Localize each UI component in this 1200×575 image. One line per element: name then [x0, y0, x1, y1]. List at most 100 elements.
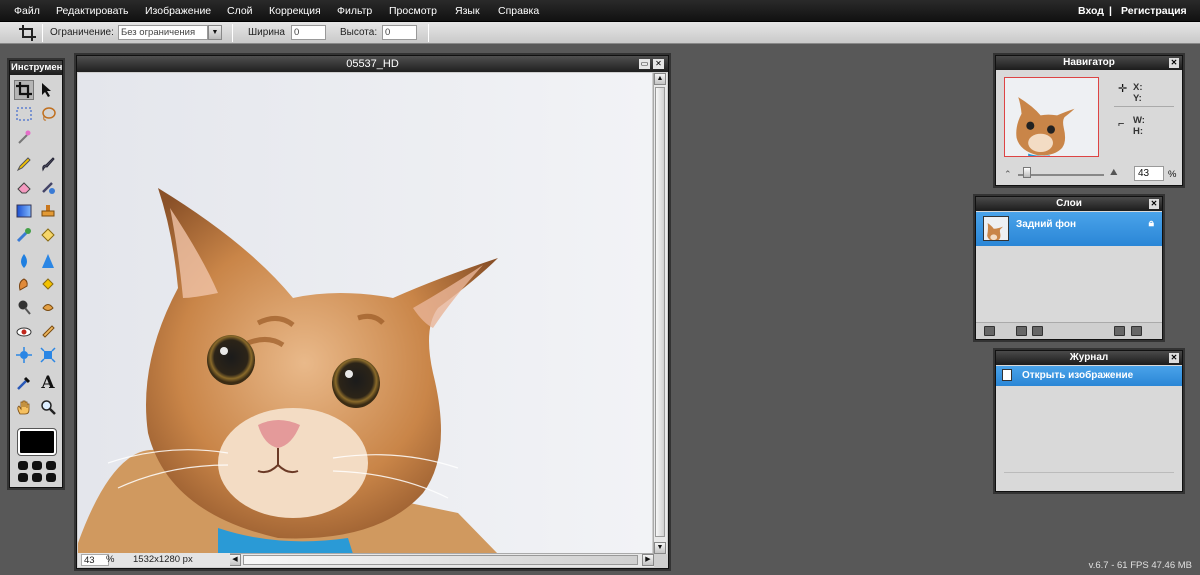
menu-layer[interactable]: Слой [227, 5, 253, 17]
register-link[interactable]: Регистрация [1121, 5, 1187, 17]
zoom-out-icon[interactable]: ⌃ [1004, 169, 1012, 180]
color-picker-icon[interactable] [14, 373, 34, 393]
smudge-icon[interactable] [14, 274, 34, 294]
zoom-field[interactable]: 43 [81, 554, 109, 566]
h-label: H: [1133, 126, 1144, 137]
eraser-icon[interactable] [14, 177, 34, 197]
zoom-slider-thumb[interactable] [1023, 167, 1031, 178]
menu-language[interactable]: Язык [455, 5, 480, 17]
zoom-percent: % [1168, 169, 1177, 180]
image-status-bar: 43 % 1532x1280 px [78, 553, 230, 567]
close-icon[interactable]: ✕ [1169, 353, 1179, 363]
layers-footer [976, 322, 1162, 339]
crop-tool-icon[interactable] [14, 80, 34, 100]
vertical-scrollbar[interactable]: ▲ ▼ [653, 73, 667, 554]
lasso-icon[interactable] [38, 104, 58, 124]
menu-bar: Файл Редактировать Изображение Слой Корр… [0, 0, 1200, 22]
menu-image[interactable]: Изображение [145, 5, 211, 17]
zoom-icon[interactable] [38, 397, 58, 417]
zoom-in-icon[interactable]: ⛰ [1110, 167, 1118, 178]
menu-filter[interactable]: Фильтр [337, 5, 372, 17]
maximize-icon[interactable]: ▭ [639, 59, 650, 69]
blur-icon[interactable] [14, 251, 34, 271]
menu-view[interactable]: Просмотр [389, 5, 437, 17]
scroll-down-icon[interactable]: ▼ [654, 542, 666, 554]
new-layer-icon[interactable] [1114, 326, 1125, 336]
image-canvas[interactable] [78, 73, 652, 554]
history-item[interactable]: Открыть изображение [996, 366, 1182, 386]
menu-file[interactable]: Файл [14, 5, 40, 17]
pinch-icon[interactable] [38, 345, 58, 365]
cat-photo [78, 73, 652, 554]
image-title: 05537_HD [346, 58, 399, 70]
bloat-icon[interactable] [14, 345, 34, 365]
scroll-right-icon[interactable]: ▶ [642, 554, 654, 566]
menu-adjustments[interactable]: Коррекция [269, 5, 321, 17]
layer-styles-icon[interactable] [1032, 326, 1043, 336]
layer-thumbnail [983, 216, 1009, 241]
dodge-icon[interactable] [14, 297, 34, 317]
divider [232, 24, 233, 42]
layer-properties-icon[interactable] [984, 326, 995, 336]
menu-help[interactable]: Справка [498, 5, 539, 17]
divider [1004, 472, 1174, 473]
stamp-icon[interactable] [38, 201, 58, 221]
layer-row[interactable]: Задний фон 🔒︎ [976, 212, 1162, 246]
replace-color-icon[interactable] [38, 177, 58, 197]
chevron-down-icon[interactable]: ▼ [208, 25, 222, 40]
navigator-title[interactable]: Навигатор ✕ [996, 56, 1182, 70]
history-title[interactable]: Журнал ✕ [996, 351, 1182, 365]
grid-dot [18, 473, 28, 482]
y-label: Y: [1133, 93, 1142, 104]
width-input[interactable]: 0 [291, 25, 326, 40]
vertical-scroll-thumb[interactable] [655, 87, 665, 537]
burn-icon[interactable] [38, 297, 58, 317]
x-label: X: [1133, 82, 1143, 93]
brush-icon[interactable] [38, 154, 58, 174]
trash-icon[interactable] [1131, 326, 1142, 336]
navigator-thumbnail[interactable] [1004, 77, 1099, 157]
close-icon[interactable]: ✕ [1169, 58, 1179, 68]
text-icon[interactable]: A [38, 373, 58, 393]
login-link[interactable]: Вход [1078, 5, 1104, 17]
red-eye-icon[interactable] [14, 321, 34, 341]
sharpen-icon[interactable] [38, 251, 58, 271]
layer-mask-icon[interactable] [1016, 326, 1027, 336]
size-icon: ⌐ [1118, 118, 1125, 130]
horizontal-scrollbar[interactable]: ◀ ▶ [229, 553, 654, 567]
fill-icon[interactable] [38, 225, 58, 245]
sponge-icon[interactable] [38, 274, 58, 294]
close-icon[interactable]: ✕ [653, 59, 664, 69]
pencil-icon[interactable] [14, 154, 34, 174]
grid-dot [46, 473, 56, 482]
document-icon [1002, 369, 1012, 381]
layers-title-text: Слои [1056, 198, 1082, 209]
divider [428, 24, 429, 42]
hand-icon[interactable] [14, 397, 34, 417]
magic-wand-icon[interactable] [14, 127, 34, 147]
height-input[interactable]: 0 [382, 25, 417, 40]
image-window: 05537_HD ▭ ✕ ▲ ▼ ◀ ▶ 43 % 1532x1280 px [76, 55, 669, 569]
zoom-value: 43 [84, 555, 95, 566]
horizontal-scroll-thumb[interactable] [243, 555, 638, 565]
spot-heal-icon[interactable] [38, 321, 58, 341]
color-replace-icon[interactable] [14, 225, 34, 245]
zoom-input[interactable]: 43 [1134, 166, 1164, 181]
version-status: v.6.7 - 61 FPS 47.46 MB [1088, 560, 1192, 571]
layers-title[interactable]: Слои ✕ [976, 197, 1162, 211]
scroll-left-icon[interactable]: ◀ [229, 554, 241, 566]
constraint-select[interactable]: Без ограничения [118, 25, 208, 40]
zoom-unit: % [106, 554, 115, 565]
toolbox-title: Инструменты [10, 61, 62, 75]
foreground-color-swatch[interactable] [17, 428, 57, 456]
lock-icon: 🔒︎ [1148, 218, 1154, 229]
scroll-up-icon[interactable]: ▲ [654, 73, 666, 85]
move-icon[interactable] [38, 80, 58, 100]
marquee-icon[interactable] [14, 104, 34, 124]
crop-icon[interactable] [18, 24, 38, 42]
image-window-titlebar[interactable]: 05537_HD ▭ ✕ [77, 56, 668, 72]
menu-edit[interactable]: Редактировать [56, 5, 129, 17]
layer-name: Задний фон [1016, 219, 1077, 230]
close-icon[interactable]: ✕ [1149, 199, 1159, 209]
gradient-icon[interactable] [14, 201, 34, 221]
